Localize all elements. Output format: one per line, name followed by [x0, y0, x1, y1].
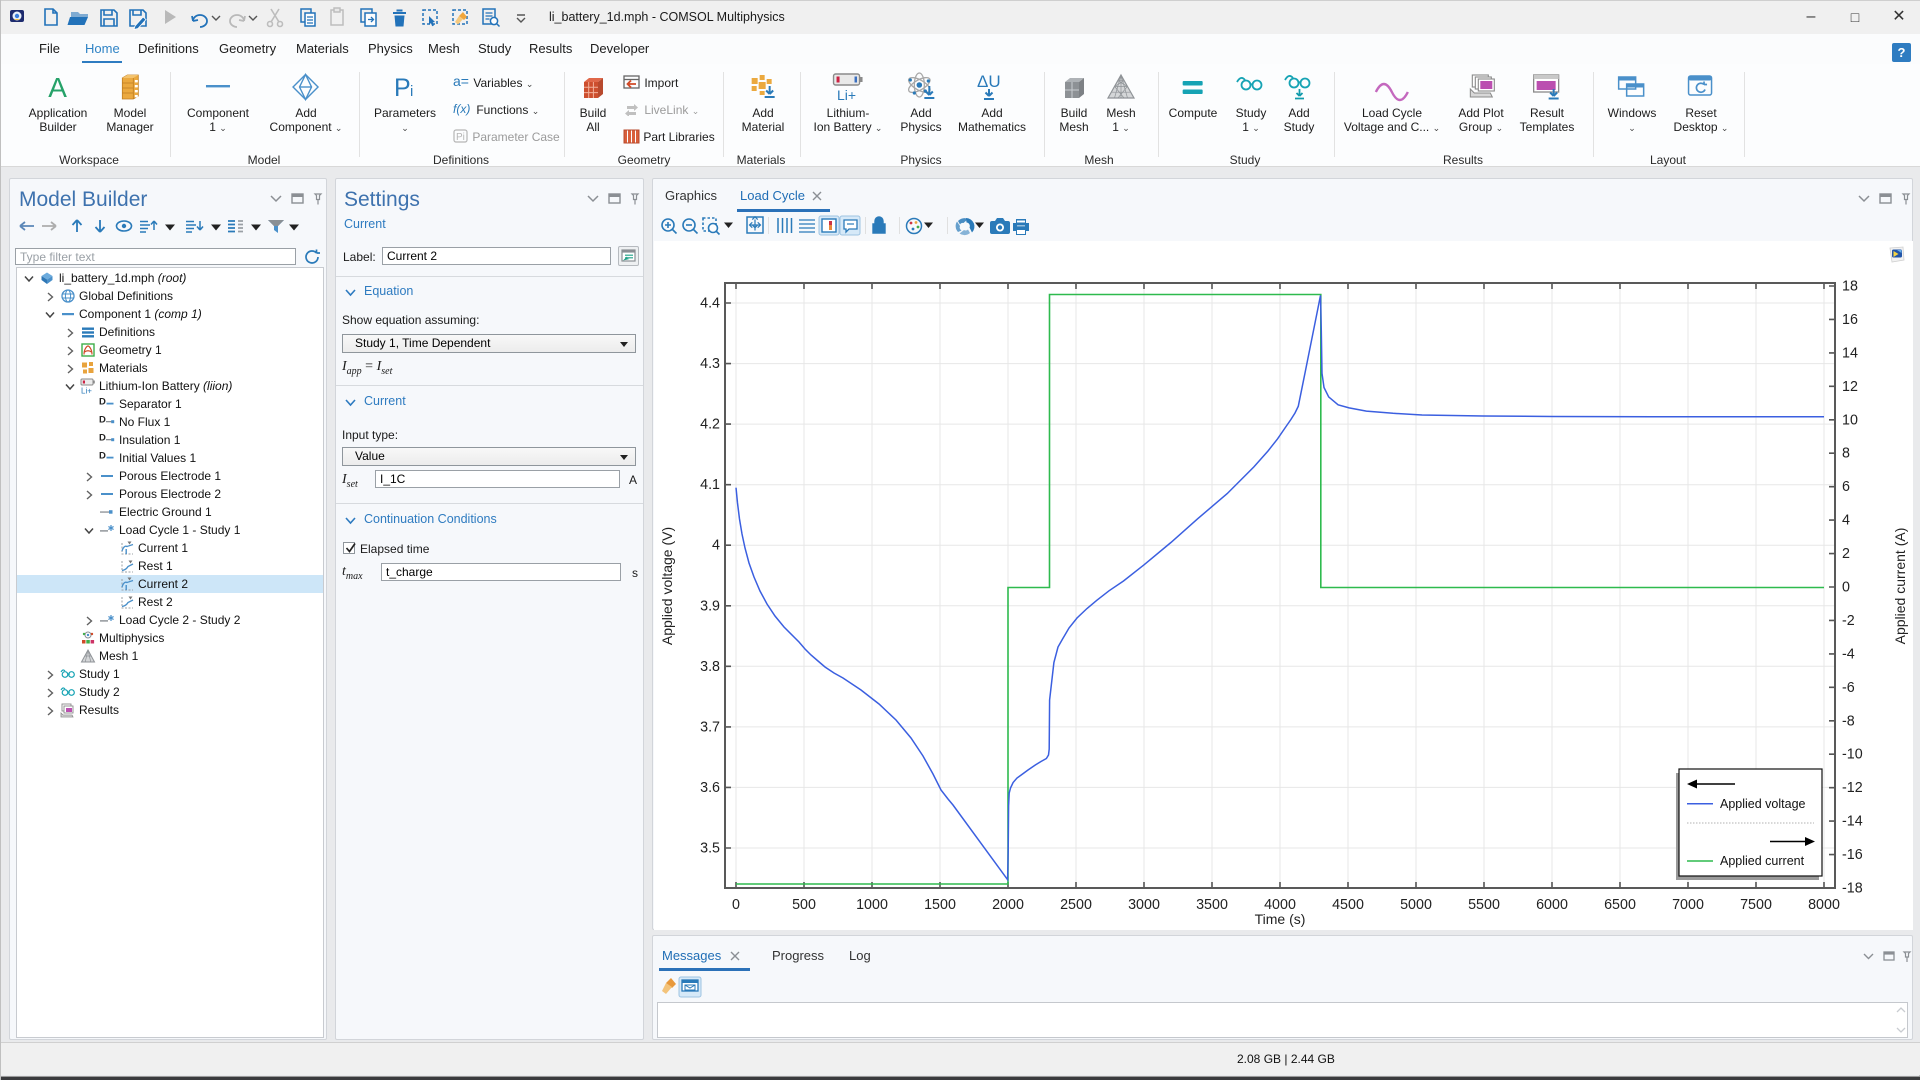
svg-text:a=: a=: [453, 75, 469, 89]
svg-text:1000: 1000: [856, 897, 888, 913]
svg-text:D: D: [99, 415, 106, 426]
svg-text:3.6: 3.6: [700, 780, 720, 796]
svg-text:5000: 5000: [1400, 897, 1432, 913]
svg-text:D: D: [99, 397, 106, 408]
svg-text:8000: 8000: [1808, 897, 1840, 913]
svg-text:7000: 7000: [1672, 897, 1704, 913]
svg-text:-4: -4: [1842, 646, 1855, 662]
svg-text:f(x): f(x): [453, 102, 470, 116]
svg-text:3000: 3000: [1128, 897, 1160, 913]
svg-text:D: D: [99, 433, 106, 444]
svg-text:Applied current: Applied current: [1720, 854, 1805, 868]
svg-text:4.2: 4.2: [700, 417, 720, 433]
svg-text:Applied voltage (V): Applied voltage (V): [659, 527, 675, 645]
svg-text:-10: -10: [1842, 747, 1863, 763]
svg-text:3500: 3500: [1196, 897, 1228, 913]
svg-text:4.3: 4.3: [700, 356, 720, 372]
svg-text:6: 6: [1842, 479, 1850, 495]
svg-text:Li+: Li+: [837, 87, 856, 102]
svg-text:-12: -12: [1842, 780, 1863, 796]
svg-text:3.5: 3.5: [700, 841, 720, 857]
svg-text:4.1: 4.1: [700, 477, 720, 493]
svg-text:Applied current (A): Applied current (A): [1892, 528, 1908, 645]
svg-text:5500: 5500: [1468, 897, 1500, 913]
svg-text:3.7: 3.7: [700, 719, 720, 735]
svg-text:D: D: [99, 451, 106, 462]
svg-text:3.9: 3.9: [700, 598, 720, 614]
svg-text:Time (s): Time (s): [1255, 911, 1306, 927]
svg-text:A: A: [49, 72, 68, 102]
svg-text:0: 0: [1842, 580, 1850, 596]
svg-text:3.8: 3.8: [700, 659, 720, 675]
svg-text:-2: -2: [1842, 613, 1855, 629]
svg-text:18: 18: [1842, 279, 1858, 295]
svg-text:4500: 4500: [1332, 897, 1364, 913]
svg-text:4: 4: [712, 538, 720, 554]
svg-text:14: 14: [1842, 345, 1858, 361]
svg-text:0: 0: [732, 897, 740, 913]
svg-text:10: 10: [1842, 412, 1858, 428]
svg-text:-14: -14: [1842, 814, 1863, 830]
svg-text:8: 8: [1842, 446, 1850, 462]
svg-text:i: i: [410, 83, 413, 100]
svg-text:-8: -8: [1842, 713, 1855, 729]
svg-text:6500: 6500: [1604, 897, 1636, 913]
svg-text:4: 4: [1842, 513, 1850, 529]
svg-text:2000: 2000: [992, 897, 1024, 913]
svg-text:P: P: [394, 74, 411, 102]
svg-text:-16: -16: [1842, 847, 1863, 863]
svg-text:7500: 7500: [1740, 897, 1772, 913]
svg-text:12: 12: [1842, 379, 1858, 395]
svg-text:-6: -6: [1842, 680, 1855, 696]
svg-text:6000: 6000: [1536, 897, 1568, 913]
svg-text:-18: -18: [1842, 881, 1863, 897]
svg-text:ΔU: ΔU: [977, 72, 1001, 91]
svg-text:500: 500: [792, 897, 816, 913]
svg-text:4.4: 4.4: [700, 296, 720, 312]
svg-text:2: 2: [1842, 546, 1850, 562]
svg-text:1500: 1500: [924, 897, 956, 913]
svg-text:Li+: Li+: [81, 387, 92, 396]
svg-text:Pi: Pi: [456, 132, 465, 143]
svg-text:Applied voltage: Applied voltage: [1720, 797, 1806, 811]
svg-text:16: 16: [1842, 312, 1858, 328]
svg-text:2500: 2500: [1060, 897, 1092, 913]
